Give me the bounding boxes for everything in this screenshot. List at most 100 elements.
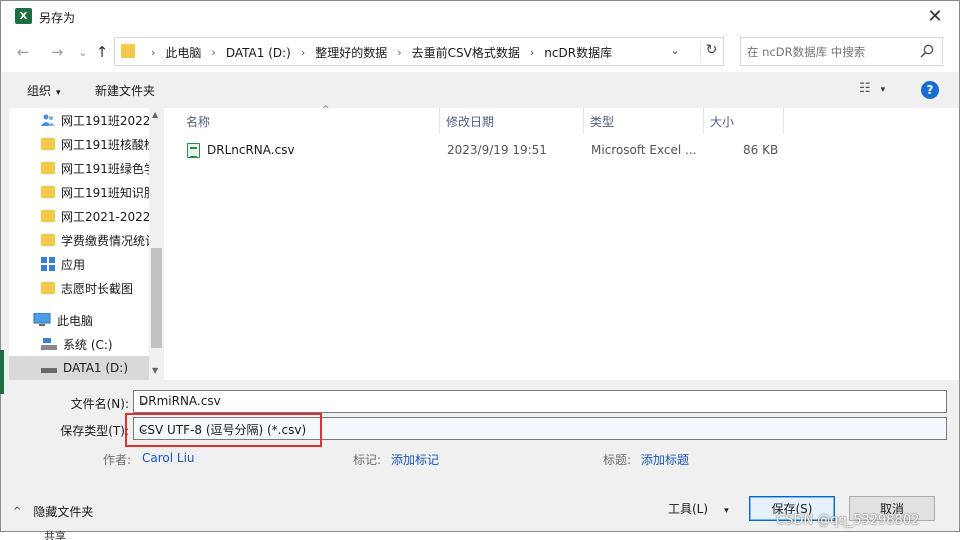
- breadcrumb-item[interactable]: ncDR数据库: [544, 44, 612, 61]
- sidebar-item[interactable]: 学费缴费情况统计: [9, 228, 149, 252]
- window-title: 另存为: [39, 11, 76, 25]
- sidebar-item-label: 网工2021-2022: [61, 209, 149, 224]
- chevron-down-icon[interactable]: ⌄: [139, 394, 942, 408]
- user-folder-icon: [41, 114, 55, 126]
- help-icon[interactable]: ?: [921, 81, 939, 99]
- sidebar-item[interactable]: 网工2021-2022: [9, 204, 149, 228]
- breadcrumb-item[interactable]: 整理好的数据: [315, 44, 387, 61]
- navigation-scrollbar[interactable]: ▲ ▼: [149, 108, 164, 380]
- file-type: Microsoft Excel ...: [591, 143, 697, 157]
- excel-icon: X: [15, 8, 32, 24]
- filetype-select[interactable]: CSV UTF-8 (逗号分隔) (*.csv) ⌄: [133, 417, 947, 440]
- filename-field[interactable]: DRmiRNA.csv ⌄: [133, 390, 947, 413]
- add-tag-link[interactable]: 添加标记: [391, 451, 439, 468]
- save-as-dialog: X 另存为 ✕ ← → ⌄ ↑ › 此电脑 › DATA1 (D:) › 整理好…: [0, 0, 960, 532]
- column-header-modified[interactable]: 修改日期: [440, 108, 584, 134]
- search-box[interactable]: [740, 37, 943, 66]
- sidebar-item-label: 系统 (C:): [63, 337, 113, 352]
- filename-label: 文件名(N):: [70, 397, 129, 411]
- scroll-down-icon[interactable]: ▼: [152, 366, 158, 375]
- column-header-type[interactable]: 类型: [584, 108, 704, 134]
- navigation-bar: ← → ⌄ ↑ › 此电脑 › DATA1 (D:) › 整理好的数据 › 去重…: [1, 32, 959, 72]
- folder-icon: [121, 44, 135, 58]
- view-options-icon: ☷: [859, 81, 871, 96]
- search-input[interactable]: [747, 43, 907, 61]
- breadcrumb-item[interactable]: 此电脑: [165, 44, 201, 61]
- author-label: 作者:: [103, 453, 132, 467]
- drive-icon: [41, 338, 57, 350]
- background-window-edge: [0, 350, 4, 394]
- sidebar-item[interactable]: 网工191班绿色学: [9, 156, 149, 180]
- breadcrumb-separator[interactable]: ›: [530, 46, 534, 59]
- breadcrumb-separator[interactable]: ›: [301, 46, 305, 59]
- sort-ascending-icon: ^: [322, 105, 330, 115]
- navigation-pane: 网工191班2022 网工191班核酸检 网工191班绿色学 网工191班知识服…: [9, 108, 164, 380]
- close-button[interactable]: ✕: [923, 5, 947, 27]
- file-row[interactable]: DRLncRNA.csv 2023/9/19 19:51 Microsoft E…: [182, 138, 782, 162]
- background-window: 共享: [0, 530, 960, 540]
- title-label: 标题:: [603, 453, 632, 467]
- file-size: 86 KB: [743, 143, 779, 157]
- sidebar-item-drive-c[interactable]: 系统 (C:): [9, 332, 149, 356]
- add-title-link[interactable]: 添加标题: [641, 451, 689, 468]
- sidebar-item-drive-d[interactable]: DATA1 (D:): [9, 356, 149, 380]
- back-button[interactable]: ←: [13, 42, 33, 62]
- folder-icon: [41, 282, 55, 294]
- breadcrumb-separator[interactable]: ›: [397, 46, 401, 59]
- sidebar-item-label: 网工191班2022: [61, 113, 149, 128]
- caret-down-icon: ▾: [724, 506, 729, 516]
- sidebar-item-label: 志愿时长截图: [61, 281, 134, 296]
- new-folder-button[interactable]: 新建文件夹: [95, 82, 155, 99]
- filetype-label: 保存类型(T):: [60, 424, 129, 438]
- change-view-button[interactable]: ☷ ▾: [859, 81, 885, 96]
- column-header-size[interactable]: 大小: [704, 108, 784, 134]
- organize-label: 组织: [27, 84, 52, 98]
- recent-locations-dropdown[interactable]: ⌄: [73, 42, 93, 62]
- file-name: DRLncRNA.csv: [207, 143, 295, 157]
- watermark: CSDN @qq_53298802: [776, 513, 920, 528]
- drive-icon: [41, 368, 57, 373]
- organize-menu[interactable]: 组织 ▾: [27, 82, 61, 99]
- caret-down-icon: ▾: [56, 88, 61, 98]
- author-value[interactable]: Carol Liu: [142, 451, 195, 465]
- sidebar-item[interactable]: 应用: [9, 252, 149, 276]
- tools-menu-button[interactable]: 工具(L) ▾: [668, 500, 729, 517]
- scroll-up-icon[interactable]: ▲: [152, 110, 158, 119]
- sidebar-item-label: 学费缴费情况统计: [61, 233, 149, 248]
- file-list: 名称 ^ 修改日期 类型 大小 DRLncRNA.csv 2023/9/19 1…: [164, 105, 959, 380]
- apps-icon: [41, 257, 55, 271]
- folder-icon: [41, 234, 55, 246]
- scrollbar-thumb[interactable]: [151, 248, 162, 348]
- breadcrumb-separator[interactable]: ›: [211, 46, 215, 59]
- search-icon[interactable]: [920, 44, 934, 58]
- tools-label: 工具(L): [668, 502, 709, 516]
- breadcrumb-item[interactable]: 去重前CSV格式数据: [412, 44, 520, 61]
- sidebar-item[interactable]: 网工191班核酸检: [9, 132, 149, 156]
- refresh-button[interactable]: ↻: [700, 42, 722, 62]
- file-modified: 2023/9/19 19:51: [447, 143, 547, 157]
- chevron-down-icon[interactable]: ⌄: [139, 421, 942, 435]
- breadcrumb: › 此电脑 › DATA1 (D:) › 整理好的数据 › 去重前CSV格式数据…: [141, 44, 612, 61]
- hide-folders-label: 隐藏文件夹: [33, 505, 94, 519]
- sidebar-item-label: 网工191班核酸检: [61, 137, 149, 152]
- sidebar-item-label: 网工191班知识服: [61, 185, 149, 200]
- up-button[interactable]: ↑: [92, 42, 112, 62]
- sidebar-item-this-pc[interactable]: 此电脑: [9, 308, 149, 332]
- title-bar[interactable]: X 另存为 ✕: [1, 1, 959, 32]
- computer-icon: [33, 313, 51, 326]
- folder-icon: [41, 162, 55, 174]
- address-bar[interactable]: › 此电脑 › DATA1 (D:) › 整理好的数据 › 去重前CSV格式数据…: [114, 37, 724, 66]
- sidebar-item-label: 应用: [61, 257, 86, 272]
- forward-button[interactable]: →: [47, 42, 67, 62]
- chevron-up-icon: ^: [13, 506, 22, 517]
- breadcrumb-item[interactable]: DATA1 (D:): [226, 46, 291, 60]
- folder-icon: [41, 138, 55, 150]
- sidebar-item[interactable]: 网工191班知识服: [9, 180, 149, 204]
- column-header-name[interactable]: 名称 ^: [180, 105, 440, 134]
- sidebar-item[interactable]: 志愿时长截图: [9, 276, 149, 300]
- tags-label: 标记:: [353, 453, 382, 467]
- sidebar-item[interactable]: 网工191班2022: [9, 108, 149, 132]
- address-dropdown[interactable]: ⌄: [665, 44, 685, 60]
- background-text: 共享: [44, 530, 66, 540]
- hide-folders-toggle[interactable]: ^ 隐藏文件夹: [13, 503, 93, 520]
